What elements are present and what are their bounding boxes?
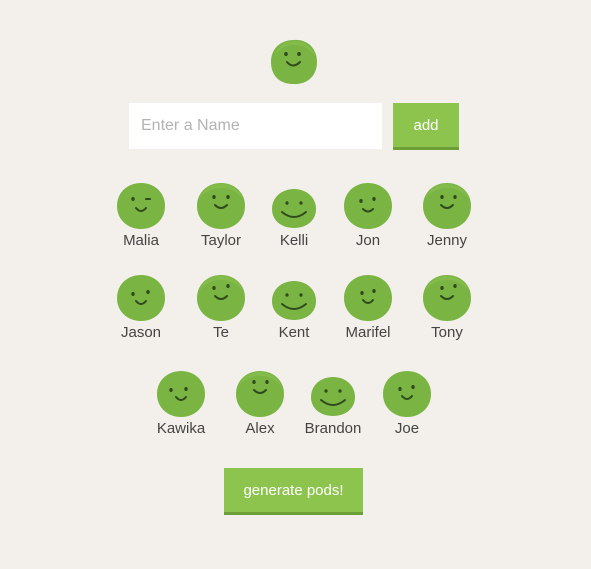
pea-name: Taylor — [200, 232, 241, 249]
pea-name: Malia — [123, 232, 159, 249]
pea-face-icon — [311, 377, 355, 416]
generate-pods-button[interactable]: generate pods! — [224, 468, 363, 512]
pea-card: Jason — [105, 274, 177, 348]
pea-name: Kawika — [156, 420, 206, 437]
pea-card: Jenny — [411, 182, 483, 256]
pea-face-icon — [344, 275, 392, 321]
name-input[interactable] — [129, 103, 382, 149]
pea-name: Kent — [278, 324, 310, 341]
pea-face-icon — [197, 275, 245, 321]
pea-name: Jason — [120, 324, 162, 341]
pea-card: Kent — [258, 274, 330, 348]
pea-name: Jenny — [426, 232, 468, 249]
pea-card: Taylor — [185, 182, 257, 256]
pea-name: Jon — [355, 232, 381, 249]
pea-card: Kelli — [258, 182, 330, 256]
pea-face-icon — [423, 275, 471, 321]
pea-face-icon — [272, 189, 316, 228]
pea-face-icon — [344, 183, 392, 229]
pea-card: Tony — [411, 274, 483, 348]
pea-card: Jon — [332, 182, 404, 256]
pea-card: Kawika — [145, 370, 217, 444]
pea-face-icon — [423, 183, 471, 229]
pea-name: Alex — [245, 420, 275, 437]
pea-card: Marifel — [332, 274, 404, 348]
pea-card: Brandon — [297, 370, 369, 444]
pea-name: Marifel — [345, 324, 391, 341]
pea-face-icon — [272, 281, 316, 320]
pea-name: Kelli — [279, 232, 309, 249]
pea-card: Malia — [105, 182, 177, 256]
pea-name: Joe — [394, 420, 420, 437]
pea-face-icon — [117, 183, 165, 229]
pea-face-icon — [383, 371, 431, 417]
pea-name: Tony — [431, 324, 463, 341]
pea-face-icon — [197, 183, 245, 229]
add-button[interactable]: add — [393, 103, 459, 147]
pea-face-icon — [117, 275, 165, 321]
pea-name: Te — [213, 324, 229, 341]
pea-face-icon — [236, 371, 284, 417]
pea-card: Te — [185, 274, 257, 348]
pea-face-icon — [157, 371, 205, 417]
pea-logo-icon — [271, 39, 317, 85]
pea-card: Alex — [224, 370, 296, 444]
pea-card: Joe — [371, 370, 443, 444]
pea-name: Brandon — [304, 420, 362, 437]
